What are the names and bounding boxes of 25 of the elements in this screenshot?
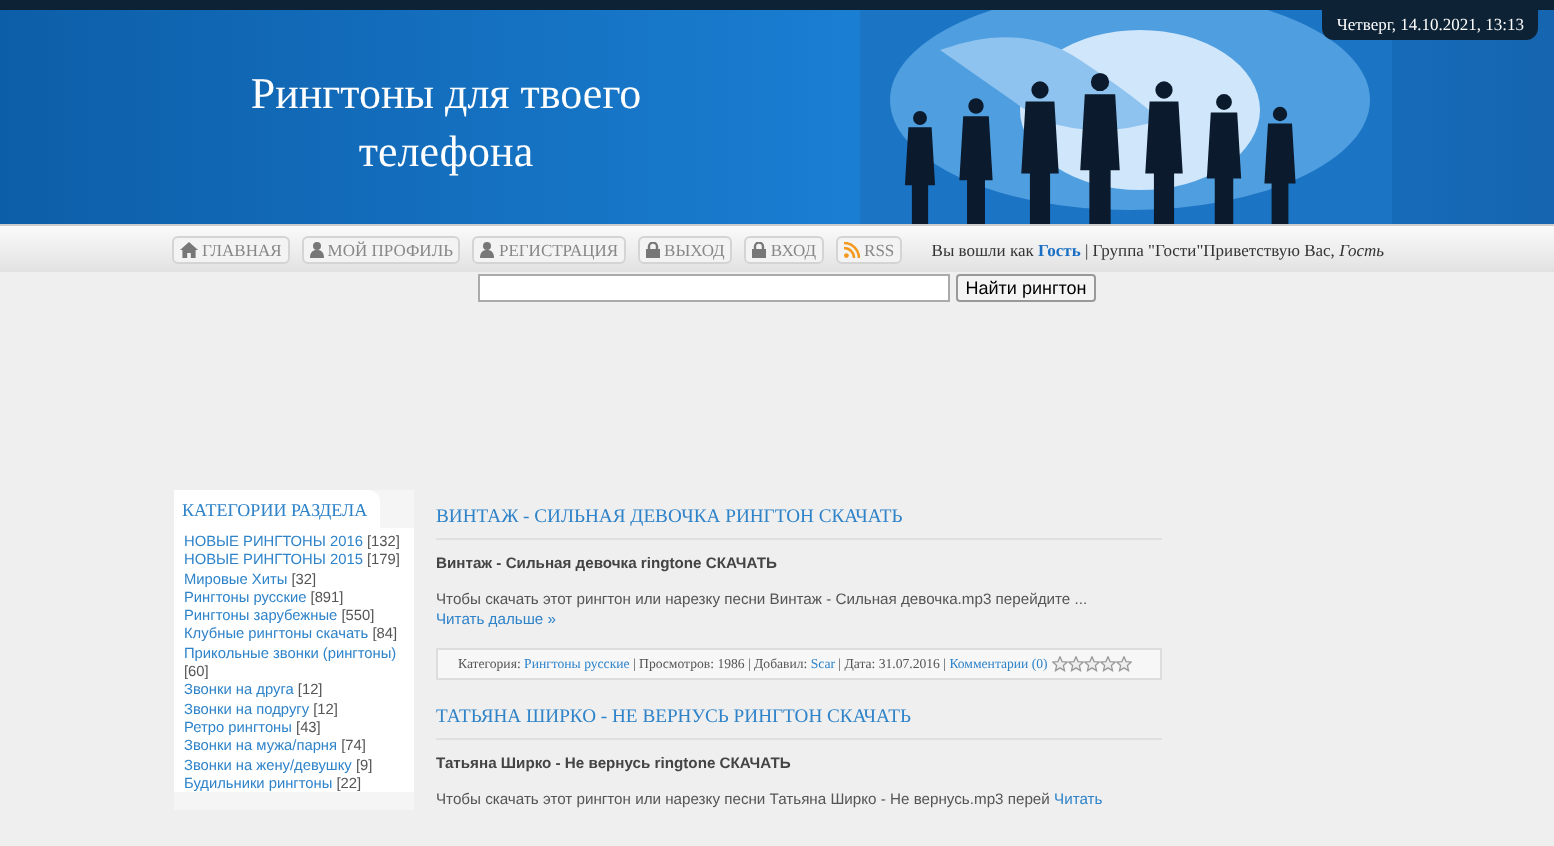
date-label: Четверг, 14.10.2021, 13:13	[1322, 10, 1538, 40]
star-icon	[1083, 656, 1100, 673]
home-icon	[180, 241, 198, 257]
nav-button[interactable]: ВЫХОД	[638, 235, 733, 263]
star-icon	[1115, 656, 1132, 673]
star-icon	[1051, 656, 1068, 673]
nav-button[interactable]: RSS	[836, 235, 903, 263]
lock-icon	[752, 241, 767, 257]
nav-button[interactable]: МОЙ ПРОФИЛЬ	[301, 235, 461, 263]
star-icon	[1067, 656, 1084, 673]
nav-button[interactable]: РЕГИСТРАЦИЯ	[472, 235, 627, 263]
sidebar-title: КАТЕГОРИИ РАЗДЕЛА	[174, 490, 380, 528]
nav-button[interactable]: ГЛАВНАЯ	[172, 235, 290, 263]
search-button[interactable]: Найти рингтон	[955, 274, 1097, 302]
post-title[interactable]: ВИНТАЖ - СИЛЬНАЯ ДЕВОЧКА РИНГТОН СКАЧАТЬ	[436, 506, 1162, 540]
nav-button[interactable]: ВХОД	[744, 235, 825, 263]
post-title[interactable]: ТАТЬЯНА ШИРКО - НЕ ВЕРНУСЬ РИНГТОН СКАЧАТЬ	[436, 706, 1162, 740]
site-title: Рингтоны для твоего телефона	[248, 66, 644, 180]
search-field[interactable]	[477, 274, 950, 302]
greeting-text: Вы вошли как Гость | Группа "Гости"Приветствую Вас, Гость	[931, 239, 1384, 259]
user-icon	[480, 241, 495, 257]
lock-icon	[646, 241, 661, 257]
rss-icon	[844, 241, 861, 257]
star-icon	[1099, 656, 1116, 673]
user-icon	[309, 241, 324, 257]
